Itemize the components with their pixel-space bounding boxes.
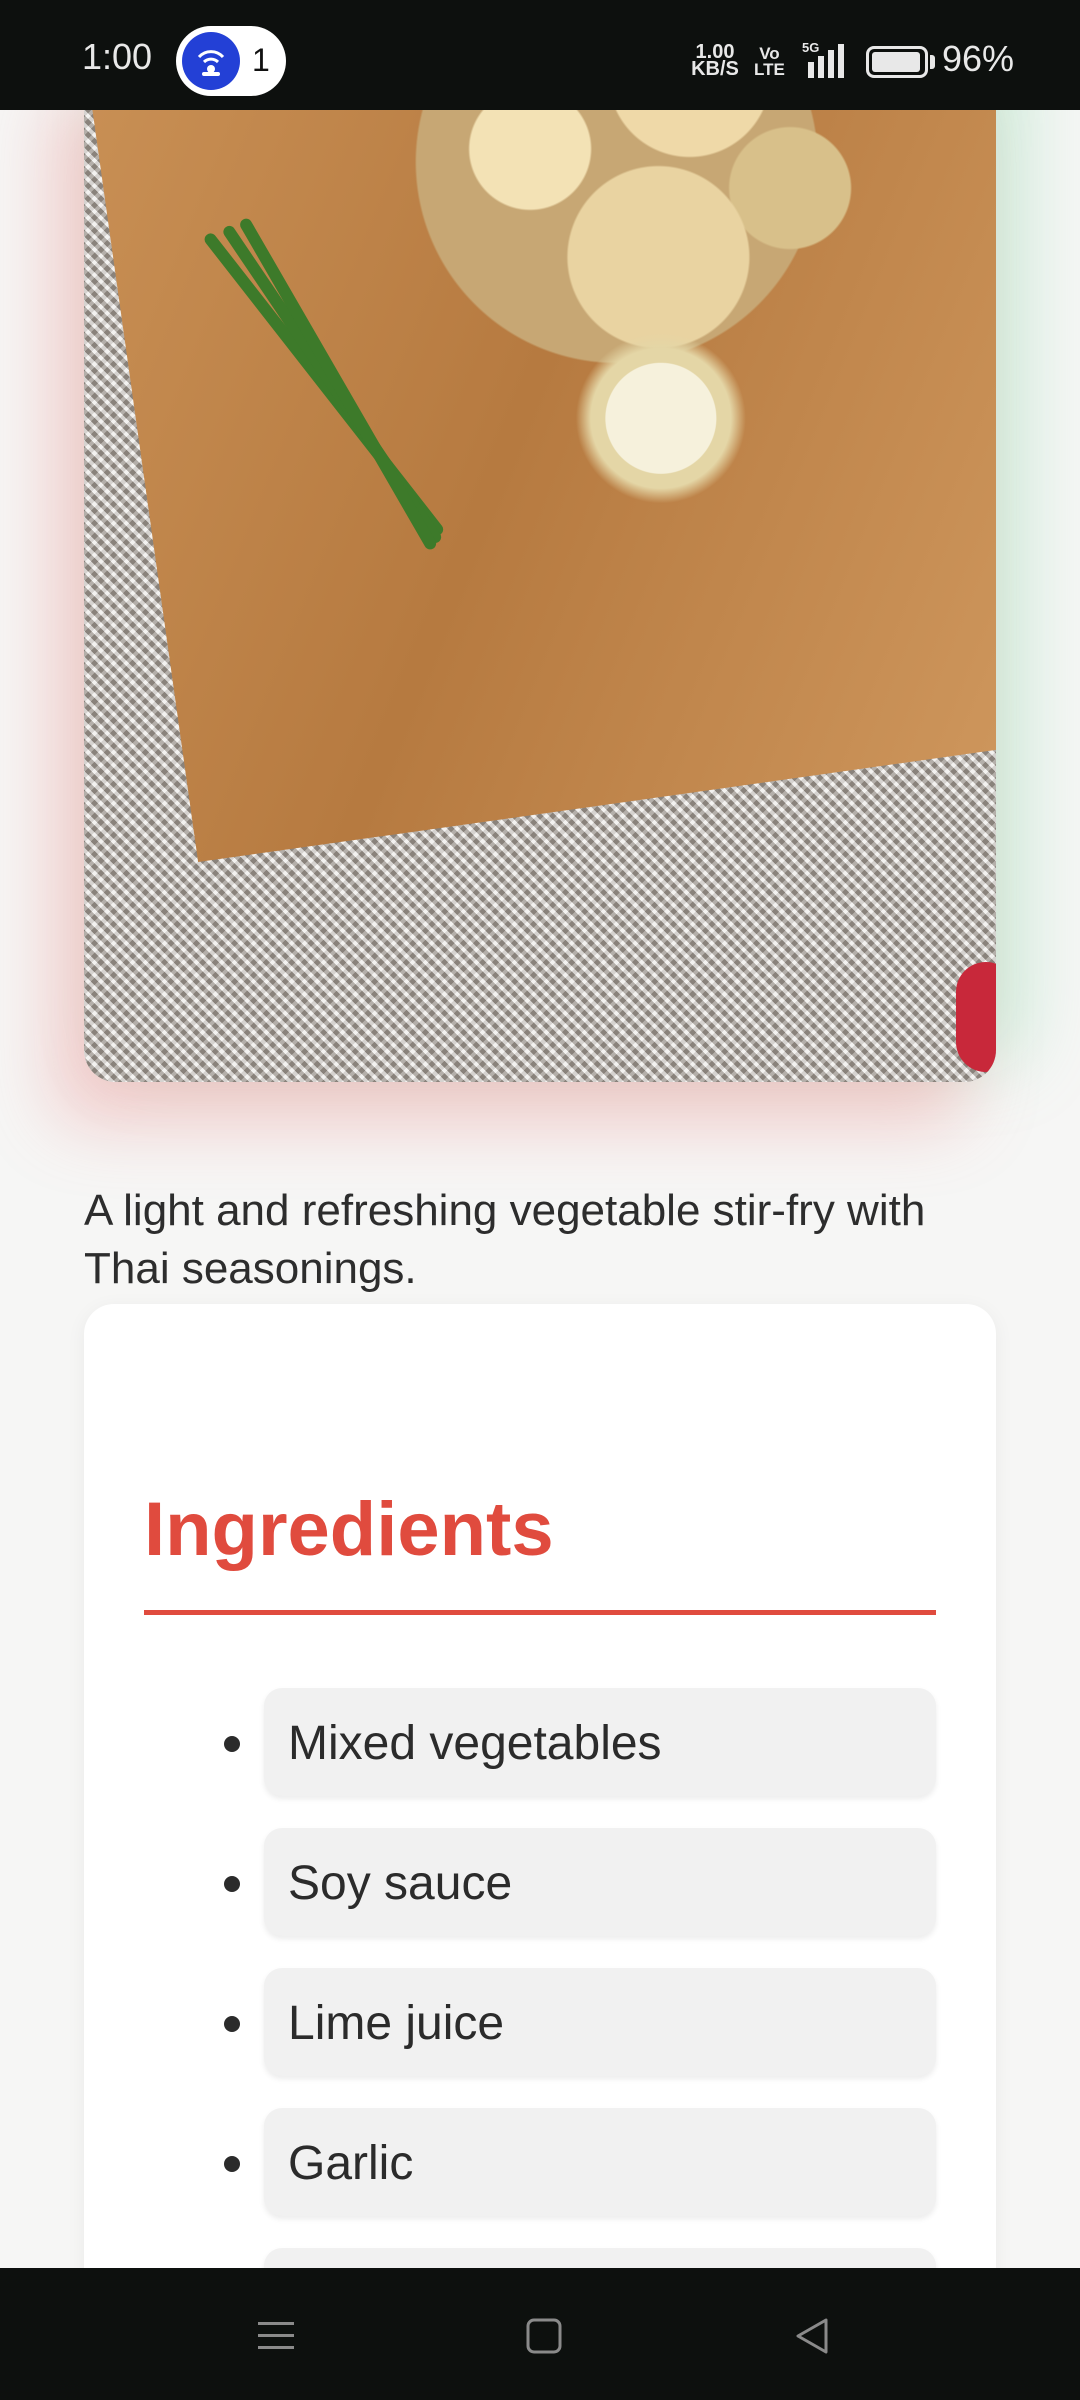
signal-icon: 5G <box>800 40 856 85</box>
recipe-description: A light and refreshing vegetable stir-fr… <box>84 1186 926 1293</box>
ingredient-chip: Mixed vegetables <box>264 1688 936 1796</box>
battery-icon <box>866 46 928 78</box>
bullet-icon <box>224 2016 240 2032</box>
list-item: Soy sauce <box>84 1828 996 1940</box>
ingredient-chip: Lime juice <box>264 1968 936 2076</box>
ingredient-label: Garlic <box>288 2137 414 2190</box>
title-divider <box>144 1610 936 1615</box>
ingredient-label: Mixed vegetables <box>288 1717 662 1770</box>
status-bar: 1:00 1 1.00 KB/S Vo LTE 5G 96% <box>0 0 1080 110</box>
ingredient-chip: Soy sauce <box>264 1828 936 1936</box>
battery-percent: 96% <box>942 38 1015 79</box>
network-type-label: 5G <box>802 40 819 55</box>
home-icon[interactable] <box>522 2314 566 2358</box>
recipe-image <box>84 110 996 1082</box>
ingredient-label: Lime juice <box>288 1997 505 2050</box>
back-icon[interactable] <box>790 2314 834 2358</box>
cutting-board <box>84 110 996 863</box>
bullet-icon <box>224 1876 240 1892</box>
status-time: 1:00 <box>82 36 153 77</box>
bullet-icon <box>224 2156 240 2172</box>
navigation-bar <box>0 2268 1080 2400</box>
ingredients-title: Ingredients <box>144 1487 554 1572</box>
battery-nub <box>930 55 935 69</box>
list-item: Garlic <box>84 2108 996 2220</box>
network-speed: 1.00 KB/S <box>690 42 740 80</box>
volte-icon: Vo LTE <box>754 45 785 79</box>
hotspot-indicator[interactable]: 1 <box>176 26 286 96</box>
red-pepper <box>956 962 996 1072</box>
bullet-icon <box>224 1736 240 1752</box>
menu-icon[interactable] <box>254 2314 298 2358</box>
hotspot-count: 1 <box>252 42 270 78</box>
battery-fill <box>872 52 920 72</box>
list-item: Mixed vegetables <box>84 1688 996 1800</box>
ingredient-label: Soy sauce <box>288 1857 513 1910</box>
hotspot-icon <box>182 32 240 90</box>
list-item: Lime juice <box>84 1968 996 2080</box>
ingredient-chip: Garlic <box>264 2108 936 2216</box>
volte-bottom-label: LTE <box>754 60 785 79</box>
ingredients-card: Ingredients Mixed vegetables Soy sauce L… <box>84 1304 996 2356</box>
network-speed-unit: KB/S <box>691 58 739 80</box>
